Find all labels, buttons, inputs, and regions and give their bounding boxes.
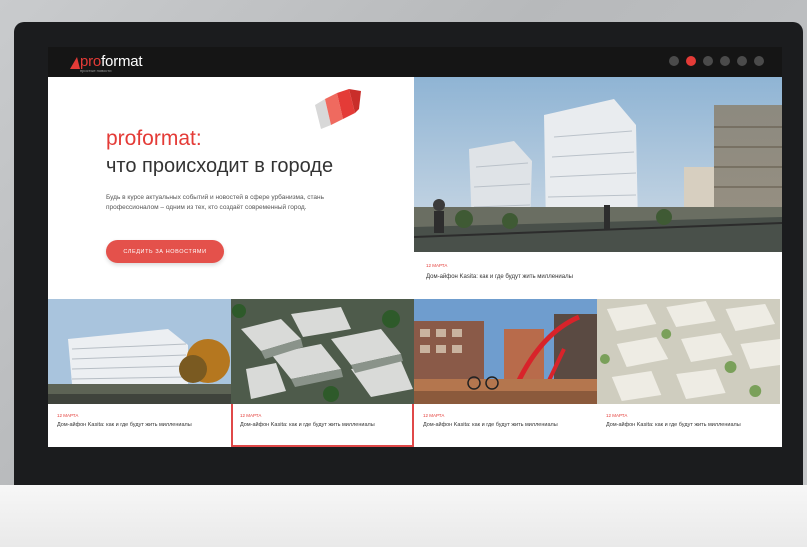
news-card-row: 12 МАРТА Дом-айфон Kasita: как и где буд… [48, 299, 782, 447]
slider-pagination [669, 56, 764, 66]
logo-mark-icon [70, 57, 80, 69]
news-title[interactable]: Дом-айфон Kasita: как и где будут жить м… [57, 421, 207, 429]
news-card-image [597, 299, 780, 404]
news-date: 12 МАРТА [606, 413, 628, 418]
monitor-chin [0, 485, 807, 547]
news-title[interactable]: Дом-айфон Kasita: как и где будут жить м… [423, 421, 573, 429]
hero-section: proformat: что происходит в городе Будь … [48, 77, 414, 299]
news-card-image [231, 299, 414, 404]
featured-news-image [414, 77, 782, 252]
featured-news-card[interactable]: 12 МАРТА Дом-айфон Kasita: как и где буд… [414, 77, 782, 299]
news-date: 12 МАРТА [240, 413, 262, 418]
news-date: 12 МАРТА [57, 413, 79, 418]
hero-title: что происходит в городе [106, 155, 334, 177]
site-header: proformat простые новости [48, 47, 782, 77]
slider-dot-3[interactable] [703, 56, 713, 66]
folded-ribbon-icon [315, 89, 361, 129]
hero-description: Будь в курсе актуальных событий и новост… [106, 194, 325, 211]
news-title[interactable]: Дом-айфон Kasita: как и где будут жить м… [426, 274, 756, 280]
follow-news-button[interactable]: следить за новостями [106, 240, 224, 263]
news-date: 12 МАРТА [426, 263, 448, 268]
news-title[interactable]: Дом-айфон Kasita: как и где будут жить м… [606, 421, 756, 429]
slider-dot-2[interactable] [686, 56, 696, 66]
news-card-image [414, 299, 597, 404]
news-card[interactable]: 12 МАРТА Дом-айфон Kasita: как и где буд… [48, 299, 231, 447]
slider-dot-4[interactable] [720, 56, 730, 66]
news-card-selected[interactable]: 12 МАРТА Дом-айфон Kasita: как и где буд… [231, 299, 414, 447]
slider-dot-6[interactable] [754, 56, 764, 66]
browser-viewport: proformat простые новости proformat: что… [48, 47, 782, 447]
slider-dot-5[interactable] [737, 56, 747, 66]
news-card[interactable]: 12 МАРТА Дом-айфон Kasita: как и где буд… [414, 299, 597, 447]
news-card-image [48, 299, 231, 404]
logo-tagline: простые новости [80, 68, 112, 73]
slider-dot-1[interactable] [669, 56, 679, 66]
news-card[interactable]: 12 МАРТА Дом-айфон Kasita: как и где буд… [597, 299, 780, 447]
hero-title-accent: proformat: [106, 127, 202, 150]
news-date: 12 МАРТА [423, 413, 445, 418]
news-title[interactable]: Дом-айфон Kasita: как и где будут жить м… [240, 421, 390, 429]
